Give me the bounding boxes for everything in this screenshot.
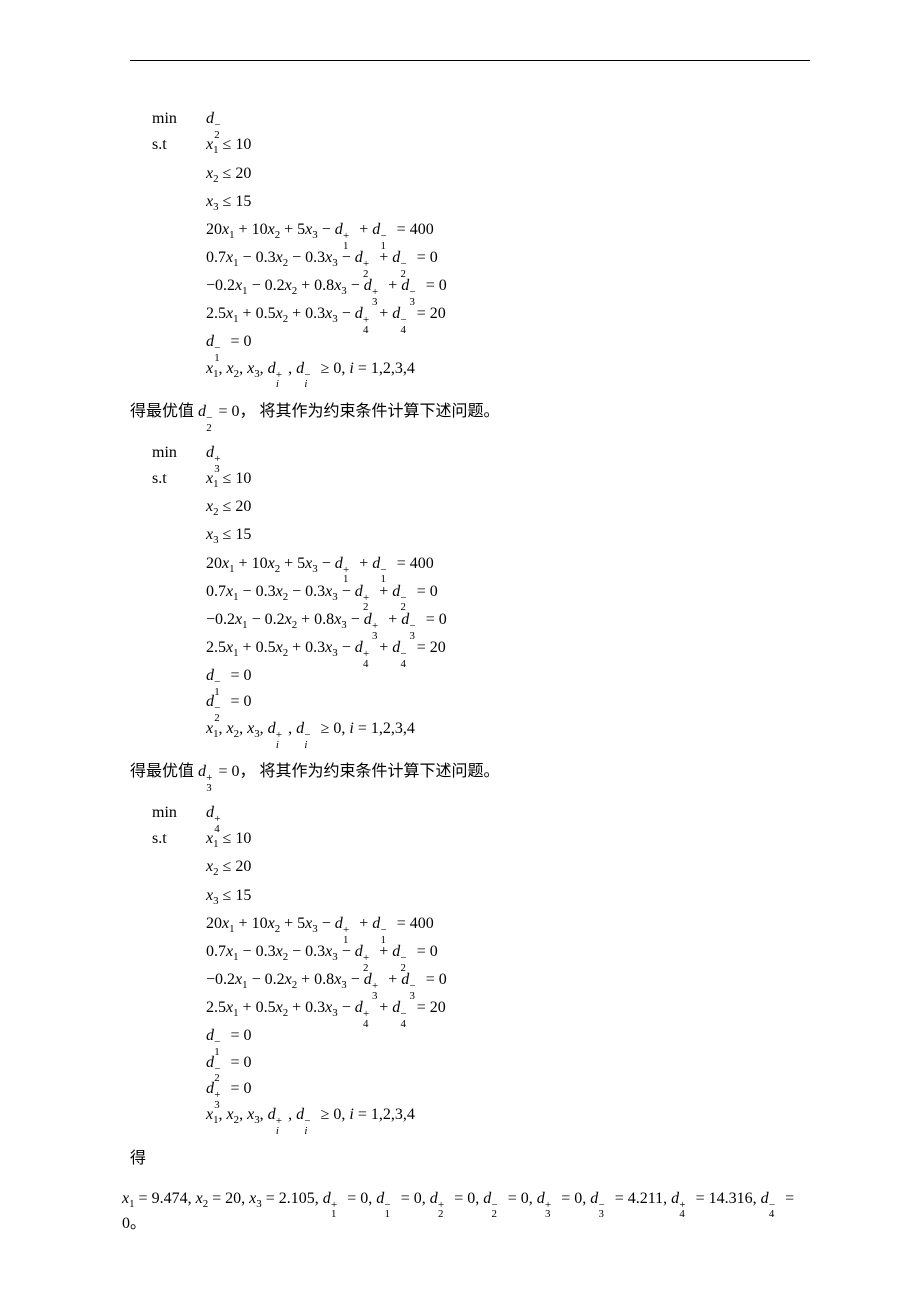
constraint-expr: −0.2x1 − 0.2x2 + 0.8x3 − d+3 + d−3 = 0 [206,273,810,301]
constraint-expr: x1 ≤ 10 [206,132,810,160]
text: ， 将其作为约束条件计算下述问题。 [240,403,500,420]
st-label: s.t [152,466,206,492]
constraint-line: 0.7x1 − 0.3x2 − 0.3x3 − d+2 + d−2 = 0 [206,939,810,967]
objective-expr: d+3 [206,440,810,466]
min-label: min [152,440,206,466]
constraint-line: s.tx1 ≤ 10 [152,826,810,854]
constraint-line: −0.2x1 − 0.2x2 + 0.8x3 − d+3 + d−3 = 0 [206,607,810,635]
constraint-line: d−2 = 0 [206,689,810,715]
constraint-expr: d+3 = 0 [206,1076,810,1102]
constraint-line: x3 ≤ 15 [206,522,810,550]
constraint-expr: 2.5x1 + 0.5x2 + 0.3x3 − d+4 + d−4 = 20 [206,635,810,663]
constraint-line: x2 ≤ 20 [206,494,810,522]
final-result: x1 = 9.474, x2 = 20, x3 = 2.105, d+1 = 0… [122,1187,810,1237]
constraint-expr: x3 ≤ 15 [206,883,810,911]
constraint-line: x2 ≤ 20 [206,161,810,189]
text: 得最优值 [130,763,194,780]
constraint-line: 20x1 + 10x2 + 5x3 − d+1 + d−1 = 400 [206,551,810,579]
math-inline: d−2 [198,403,218,420]
constraint-expr: −0.2x1 − 0.2x2 + 0.8x3 − d+3 + d−3 = 0 [206,607,810,635]
constraint-expr: 0.7x1 − 0.3x2 − 0.3x3 − d+2 + d−2 = 0 [206,939,810,967]
constraint-expr: x2 ≤ 20 [206,854,810,882]
constraint-expr: d−2 = 0 [206,1050,810,1076]
constraint-line: 2.5x1 + 0.5x2 + 0.3x3 − d+4 + d−4 = 20 [206,995,810,1023]
constraint-line: 0.7x1 − 0.3x2 − 0.3x3 − d+2 + d−2 = 0 [206,245,810,273]
constraint-expr: x2 ≤ 20 [206,161,810,189]
st-label: s.t [152,132,206,158]
constraint-expr: x1 ≤ 10 [206,826,810,854]
followup-text: 得最优值 d−2= 0， 将其作为约束条件计算下述问题。 [130,400,810,424]
math-block: mind+3s.tx1 ≤ 10x2 ≤ 20x3 ≤ 1520x1 + 10x… [152,440,810,744]
constraint-line: x3 ≤ 15 [206,189,810,217]
constraint-line: 2.5x1 + 0.5x2 + 0.3x3 − d+4 + d−4 = 20 [206,301,810,329]
constraint-line: d−2 = 0 [206,1050,810,1076]
math-block: mind−2s.tx1 ≤ 10x2 ≤ 20x3 ≤ 1520x1 + 10x… [152,106,810,384]
constraint-line: 20x1 + 10x2 + 5x3 − d+1 + d−1 = 400 [206,217,810,245]
min-label: min [152,800,206,826]
constraint-line: d−1 = 0 [206,329,810,355]
constraint-expr: −0.2x1 − 0.2x2 + 0.8x3 − d+3 + d−3 = 0 [206,967,810,995]
constraint-expr: x1, x2, x3, d+i, d−i ≥ 0, i = 1,2,3,4 [206,1102,810,1130]
constraint-expr: d−2 = 0 [206,689,810,715]
text: = 0 [218,763,239,780]
final-lead: 得 [130,1147,810,1171]
page: mind−2s.tx1 ≤ 10x2 ≤ 20x3 ≤ 1520x1 + 10x… [0,0,920,1302]
constraint-line: 2.5x1 + 0.5x2 + 0.3x3 − d+4 + d−4 = 20 [206,635,810,663]
constraint-expr: d−1 = 0 [206,663,810,689]
constraint-line: −0.2x1 − 0.2x2 + 0.8x3 − d+3 + d−3 = 0 [206,967,810,995]
constraint-expr: x1, x2, x3, d+i, d−i ≥ 0, i = 1,2,3,4 [206,356,810,384]
constraint-line: d−1 = 0 [206,1023,810,1049]
text: 得最优值 [130,403,194,420]
constraint-expr: 2.5x1 + 0.5x2 + 0.3x3 − d+4 + d−4 = 20 [206,301,810,329]
objective-expr: d−2 [206,106,810,132]
constraint-expr: x2 ≤ 20 [206,494,810,522]
constraint-expr: 0.7x1 − 0.3x2 − 0.3x3 − d+2 + d−2 = 0 [206,579,810,607]
objective-line: mind+4 [152,800,810,826]
constraint-expr: 20x1 + 10x2 + 5x3 − d+1 + d−1 = 400 [206,911,810,939]
constraint-expr: x1, x2, x3, d+i, d−i ≥ 0, i = 1,2,3,4 [206,716,810,744]
constraint-expr: x3 ≤ 15 [206,189,810,217]
objective-expr: d+4 [206,800,810,826]
constraint-expr: d−1 = 0 [206,1023,810,1049]
math-inline: d+3 [198,763,218,780]
constraint-expr: d−1 = 0 [206,329,810,355]
objective-line: mind−2 [152,106,810,132]
constraint-expr: x3 ≤ 15 [206,522,810,550]
constraint-line: x2 ≤ 20 [206,854,810,882]
constraint-line: x1, x2, x3, d+i, d−i ≥ 0, i = 1,2,3,4 [206,356,810,384]
text: ， 将其作为约束条件计算下述问题。 [240,763,500,780]
math-block: mind+4s.tx1 ≤ 10x2 ≤ 20x3 ≤ 1520x1 + 10x… [152,800,810,1131]
constraint-line: d−1 = 0 [206,663,810,689]
constraint-expr: 20x1 + 10x2 + 5x3 − d+1 + d−1 = 400 [206,551,810,579]
constraint-line: s.tx1 ≤ 10 [152,132,810,160]
constraint-expr: x1 ≤ 10 [206,466,810,494]
constraint-expr: 2.5x1 + 0.5x2 + 0.3x3 − d+4 + d−4 = 20 [206,995,810,1023]
constraint-line: d+3 = 0 [206,1076,810,1102]
constraint-line: 20x1 + 10x2 + 5x3 − d+1 + d−1 = 400 [206,911,810,939]
min-label: min [152,106,206,132]
constraint-line: −0.2x1 − 0.2x2 + 0.8x3 − d+3 + d−3 = 0 [206,273,810,301]
document-body: mind−2s.tx1 ≤ 10x2 ≤ 20x3 ≤ 1520x1 + 10x… [130,106,810,1236]
constraint-line: s.tx1 ≤ 10 [152,466,810,494]
st-label: s.t [152,826,206,852]
constraint-line: x3 ≤ 15 [206,883,810,911]
horizontal-rule [130,60,810,61]
followup-text: 得最优值 d+3= 0， 将其作为约束条件计算下述问题。 [130,760,810,784]
constraint-line: 0.7x1 − 0.3x2 − 0.3x3 − d+2 + d−2 = 0 [206,579,810,607]
constraint-expr: 0.7x1 − 0.3x2 − 0.3x3 − d+2 + d−2 = 0 [206,245,810,273]
objective-line: mind+3 [152,440,810,466]
text: = 0 [218,403,239,420]
constraint-line: x1, x2, x3, d+i, d−i ≥ 0, i = 1,2,3,4 [206,716,810,744]
constraint-line: x1, x2, x3, d+i, d−i ≥ 0, i = 1,2,3,4 [206,1102,810,1130]
constraint-expr: 20x1 + 10x2 + 5x3 − d+1 + d−1 = 400 [206,217,810,245]
